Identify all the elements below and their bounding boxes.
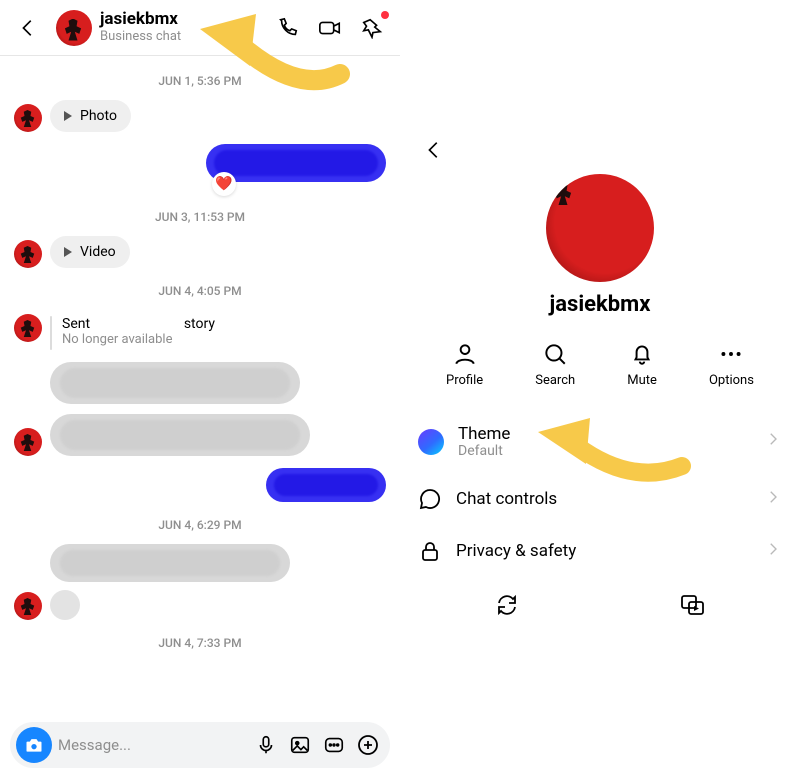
search-action[interactable]: Search bbox=[535, 341, 575, 388]
bubble-label: Video bbox=[80, 244, 116, 260]
search-icon bbox=[542, 341, 568, 367]
profile-username: jasiekbmx bbox=[414, 292, 786, 317]
chat-subtitle: Business chat bbox=[100, 30, 181, 45]
avatar[interactable] bbox=[14, 592, 42, 620]
avatar[interactable] bbox=[56, 10, 92, 46]
mic-button[interactable] bbox=[252, 731, 280, 759]
composer: Message... bbox=[10, 722, 390, 768]
call-button[interactable] bbox=[268, 8, 308, 48]
timestamp: JUN 1, 5:36 PM bbox=[0, 74, 400, 88]
chat-header: jasiekbmx Business chat bbox=[0, 0, 400, 56]
sent-story-unavailable: Sent story No longer available bbox=[0, 316, 400, 350]
reaction-heart[interactable]: ❤️ bbox=[212, 172, 236, 196]
chevron-right-icon bbox=[764, 540, 782, 563]
chat-controls-option[interactable]: Chat controls bbox=[414, 473, 786, 525]
timestamp: JUN 4, 4:05 PM bbox=[0, 284, 400, 298]
sticker-button[interactable] bbox=[320, 731, 348, 759]
profile-avatar[interactable] bbox=[546, 174, 654, 282]
incoming-redacted-message[interactable] bbox=[50, 362, 300, 404]
media-icon bbox=[680, 593, 706, 617]
chevron-right-icon bbox=[764, 488, 782, 511]
incoming-redacted-message[interactable] bbox=[50, 590, 80, 620]
message-row: Video bbox=[0, 234, 400, 270]
sent-label: Sent bbox=[62, 316, 90, 332]
back-button[interactable] bbox=[8, 8, 48, 48]
avatar[interactable] bbox=[14, 240, 42, 268]
message-row bbox=[0, 466, 400, 504]
profile-icon bbox=[452, 341, 478, 367]
message-row bbox=[0, 588, 400, 622]
play-icon bbox=[64, 247, 72, 257]
notification-dot-icon bbox=[381, 11, 389, 19]
bell-icon bbox=[629, 341, 655, 367]
outgoing-redacted-message[interactable] bbox=[266, 468, 386, 502]
story-label: story bbox=[184, 316, 215, 332]
media-button[interactable] bbox=[673, 585, 713, 625]
avatar[interactable] bbox=[14, 428, 42, 456]
theme-option[interactable]: Theme Default bbox=[414, 410, 786, 473]
gallery-button[interactable] bbox=[286, 731, 314, 759]
photo-message[interactable]: Photo bbox=[50, 100, 131, 132]
message-row bbox=[0, 542, 400, 584]
message-list[interactable]: JUN 1, 5:36 PM Photo ❤️ JUN 3, 11:53 PM … bbox=[0, 56, 400, 716]
refresh-icon bbox=[495, 593, 519, 617]
profile-action[interactable]: Profile bbox=[446, 341, 483, 388]
message-row bbox=[0, 360, 400, 406]
message-row: Photo bbox=[0, 98, 400, 134]
options-action[interactable]: Options bbox=[709, 341, 754, 388]
timestamp: JUN 4, 6:29 PM bbox=[0, 518, 400, 532]
chat-username: jasiekbmx bbox=[100, 10, 181, 30]
incoming-redacted-message[interactable] bbox=[50, 414, 310, 456]
flag-button[interactable] bbox=[352, 8, 392, 48]
details-pane: jasiekbmx Profile Search Mute Options Th… bbox=[400, 0, 800, 778]
incoming-redacted-message[interactable] bbox=[50, 544, 290, 582]
chat-icon bbox=[418, 487, 442, 511]
chat-title[interactable]: jasiekbmx Business chat bbox=[100, 10, 181, 44]
mute-action[interactable]: Mute bbox=[627, 341, 657, 388]
play-icon bbox=[64, 111, 72, 121]
timestamp: JUN 3, 11:53 PM bbox=[0, 210, 400, 224]
video-message[interactable]: Video bbox=[50, 236, 130, 268]
avatar[interactable] bbox=[14, 104, 42, 132]
privacy-label: Privacy & safety bbox=[456, 541, 576, 561]
message-row bbox=[0, 412, 400, 458]
back-button[interactable] bbox=[414, 130, 454, 170]
bubble-label: Photo bbox=[80, 108, 117, 124]
lock-icon bbox=[418, 539, 442, 563]
camera-button[interactable] bbox=[16, 727, 52, 763]
chat-pane: jasiekbmx Business chat JUN 1, 5:36 PM bbox=[0, 0, 400, 778]
unavailable-label: No longer available bbox=[62, 332, 215, 347]
chat-controls-label: Chat controls bbox=[456, 489, 557, 509]
theme-value: Default bbox=[458, 444, 510, 459]
message-input[interactable]: Message... bbox=[58, 736, 246, 754]
avatar[interactable] bbox=[14, 314, 42, 342]
privacy-option[interactable]: Privacy & safety bbox=[414, 525, 786, 577]
theme-label: Theme bbox=[458, 424, 510, 444]
theme-color-icon bbox=[418, 429, 444, 455]
message-row: ❤️ bbox=[0, 142, 400, 184]
more-icon bbox=[718, 341, 744, 367]
timestamp: JUN 4, 7:33 PM bbox=[0, 636, 400, 650]
action-row: Profile Search Mute Options bbox=[414, 341, 786, 410]
video-call-button[interactable] bbox=[310, 8, 350, 48]
add-button[interactable] bbox=[354, 731, 382, 759]
chevron-right-icon bbox=[764, 430, 782, 453]
refresh-button[interactable] bbox=[487, 585, 527, 625]
